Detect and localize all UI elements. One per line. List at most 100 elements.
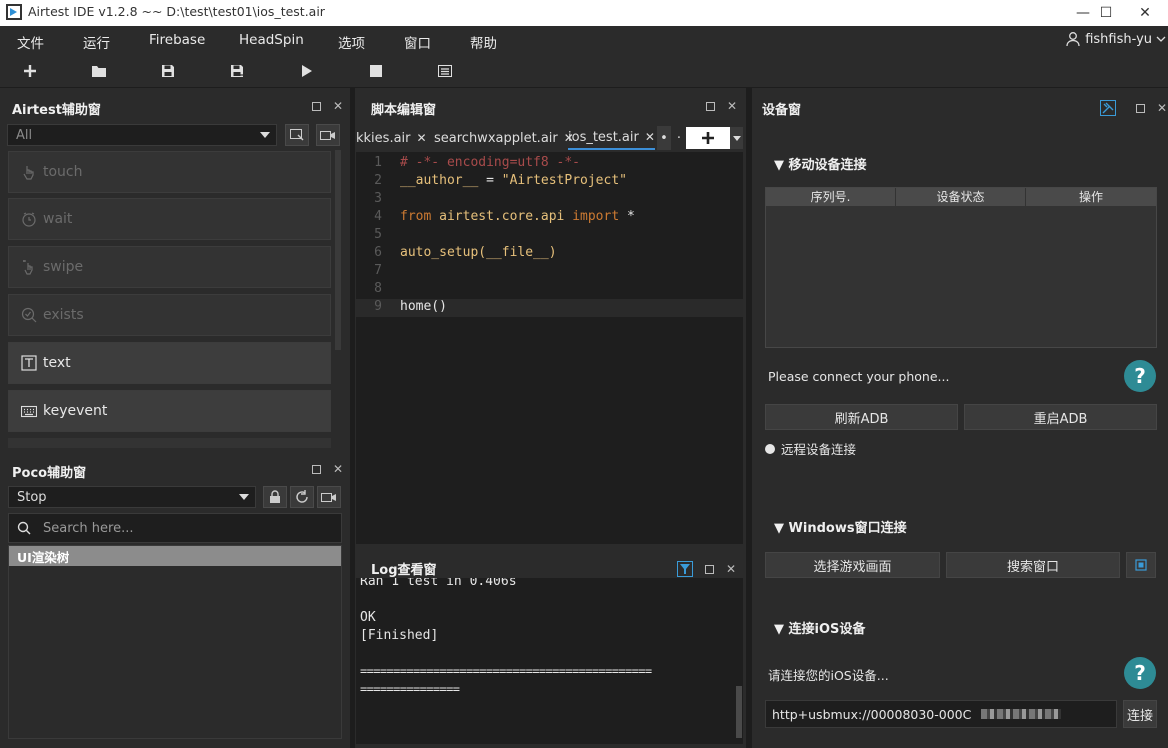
user-name: fishfish-yu bbox=[1085, 31, 1152, 47]
lock-button[interactable] bbox=[263, 486, 287, 508]
log-list-icon bbox=[438, 65, 452, 77]
help-button[interactable]: ? bbox=[1124, 360, 1156, 392]
tab-searchwxapplet[interactable]: searchwxapplet.air ✕ bbox=[434, 126, 574, 150]
column-header[interactable]: 操作 bbox=[1026, 188, 1156, 206]
search-window-button[interactable]: 搜索窗口 bbox=[946, 552, 1120, 578]
record-button[interactable] bbox=[316, 124, 340, 146]
screenshot-button[interactable] bbox=[285, 124, 309, 146]
user-icon bbox=[1066, 32, 1080, 47]
menu-file[interactable]: 文件 bbox=[17, 32, 44, 52]
tab-label: searchwxapplet.air bbox=[434, 130, 558, 146]
device-settings-button[interactable] bbox=[1100, 100, 1116, 116]
log-filter-button[interactable] bbox=[677, 561, 693, 577]
splitter-left[interactable] bbox=[350, 88, 355, 748]
float-panel-icon[interactable] bbox=[1134, 102, 1146, 114]
menu-headspin[interactable]: HeadSpin bbox=[239, 32, 304, 48]
code-editor[interactable]: 1 # -*- encoding=utf8 -*- 2 __author__ = "… bbox=[356, 152, 743, 544]
refresh-adb-button[interactable]: 刷新ADB bbox=[765, 404, 958, 430]
tab-kkies[interactable]: kkies.air ✕ bbox=[356, 126, 427, 150]
api-wait-button[interactable]: wait bbox=[8, 198, 331, 240]
line-number: 1 bbox=[374, 155, 382, 170]
menu-firebase[interactable]: Firebase bbox=[149, 32, 205, 48]
api-text-label: text bbox=[43, 355, 71, 371]
collapse-triangle-icon: ▼ bbox=[774, 158, 789, 173]
close-tab-icon[interactable]: ✕ bbox=[645, 130, 655, 144]
windows-section-label: Windows窗口连接 bbox=[788, 521, 907, 536]
tab-ios-test[interactable]: ios_test.air ✕ bbox=[568, 126, 655, 150]
remote-connect-toggle[interactable]: 远程设备连接 bbox=[765, 439, 856, 458]
save-as-button[interactable] bbox=[226, 60, 248, 82]
run-button[interactable] bbox=[296, 60, 318, 82]
close-panel-icon[interactable]: ✕ bbox=[726, 99, 738, 113]
log-output[interactable]: Ran 1 test in 0.406s OK [Finished] =====… bbox=[356, 578, 743, 744]
poco-search-input[interactable]: Search here... bbox=[8, 513, 342, 543]
close-tab-icon[interactable]: ✕ bbox=[417, 131, 427, 145]
ios-connect-hint: 请连接您的iOS设备... bbox=[768, 668, 889, 683]
close-window-button[interactable]: ✕ bbox=[1122, 0, 1168, 26]
poco-mode-select[interactable]: Stop bbox=[8, 486, 256, 508]
connect-phone-hint: Please connect your phone... bbox=[768, 369, 950, 384]
api-exists-button[interactable]: exists bbox=[8, 294, 331, 336]
new-tab-button[interactable] bbox=[686, 127, 730, 149]
search-icon bbox=[17, 521, 31, 535]
ios-section-title[interactable]: ▼ 连接iOS设备 bbox=[774, 618, 865, 637]
chevron-down-icon bbox=[239, 494, 249, 500]
chevron-down-icon bbox=[1156, 36, 1166, 42]
api-filter-value: All bbox=[16, 127, 33, 143]
menu-help[interactable]: 帮助 bbox=[470, 32, 497, 52]
device-panel-title: 设备窗 bbox=[762, 102, 802, 118]
ios-help-button[interactable]: ? bbox=[1124, 657, 1156, 689]
api-filter-select[interactable]: All bbox=[7, 124, 277, 146]
tab-list-dropdown[interactable] bbox=[730, 127, 743, 149]
api-keyevent-button[interactable]: keyevent bbox=[8, 390, 331, 432]
ios-url-input[interactable]: http+usbmux://00008030-000C bbox=[765, 700, 1117, 728]
menu-run[interactable]: 运行 bbox=[83, 32, 110, 52]
check-circle-icon bbox=[21, 307, 37, 323]
restart-adb-button[interactable]: 重启ADB bbox=[964, 404, 1157, 430]
refresh-tree-button[interactable] bbox=[290, 486, 314, 508]
api-text-button[interactable]: text bbox=[8, 342, 331, 384]
select-game-window-button[interactable]: 选择游戏画面 bbox=[765, 552, 940, 578]
close-panel-icon[interactable]: ✕ bbox=[332, 462, 344, 476]
ios-connect-button[interactable]: 连接 bbox=[1123, 700, 1157, 728]
mobile-section-title[interactable]: ▼ 移动设备连接 bbox=[774, 154, 867, 173]
float-panel-icon[interactable] bbox=[310, 463, 322, 475]
float-panel-icon[interactable] bbox=[310, 100, 322, 112]
stop-button[interactable] bbox=[365, 60, 387, 82]
float-panel-icon[interactable] bbox=[704, 100, 716, 112]
user-account[interactable]: fishfish-yu bbox=[1065, 31, 1166, 47]
poco-record-button[interactable] bbox=[317, 486, 341, 508]
tab-scroll-right[interactable]: · bbox=[674, 126, 684, 150]
window-embed-button[interactable] bbox=[1126, 552, 1156, 578]
line-number: 5 bbox=[374, 227, 382, 242]
close-panel-icon[interactable]: ✕ bbox=[725, 562, 737, 576]
api-swipe-button[interactable]: swipe bbox=[8, 246, 331, 288]
api-touch-button[interactable]: touch bbox=[8, 151, 331, 193]
code-token: "AirtestProject" bbox=[501, 173, 627, 188]
log-scrollbar[interactable] bbox=[736, 686, 742, 738]
poco-panel-title: Poco辅助窗 bbox=[12, 465, 87, 481]
line-number: 8 bbox=[374, 281, 382, 296]
ui-tree-root[interactable]: UI渲染树 bbox=[9, 546, 341, 566]
ui-tree: UI渲染树 bbox=[8, 545, 342, 739]
save-button[interactable] bbox=[157, 60, 179, 82]
airtest-panel-header: Airtest辅助窗 ✕ bbox=[0, 90, 350, 126]
log-list-button[interactable] bbox=[434, 60, 456, 82]
open-folder-button[interactable] bbox=[88, 60, 110, 82]
column-header[interactable]: 序列号. bbox=[766, 188, 896, 206]
menu-options[interactable]: 选项 bbox=[338, 32, 365, 52]
menu-window[interactable]: 窗口 bbox=[404, 32, 431, 52]
windows-section-title[interactable]: ▼ Windows窗口连接 bbox=[774, 517, 907, 536]
hand-swipe-icon bbox=[23, 260, 33, 275]
editor-panel-title: 脚本编辑窗 bbox=[371, 102, 437, 118]
column-header[interactable]: 设备状态 bbox=[896, 188, 1026, 206]
float-panel-icon[interactable] bbox=[703, 563, 715, 575]
tab-scroll-left[interactable]: • bbox=[657, 126, 671, 150]
close-panel-icon[interactable]: ✕ bbox=[1156, 101, 1168, 115]
api-keyevent-label: keyevent bbox=[43, 403, 108, 419]
line-number: 2 bbox=[374, 173, 382, 188]
scrollbar[interactable] bbox=[335, 150, 341, 350]
close-panel-icon[interactable]: ✕ bbox=[332, 99, 344, 113]
current-line-highlight: 9 home() bbox=[356, 299, 743, 317]
new-file-button[interactable] bbox=[19, 60, 41, 82]
